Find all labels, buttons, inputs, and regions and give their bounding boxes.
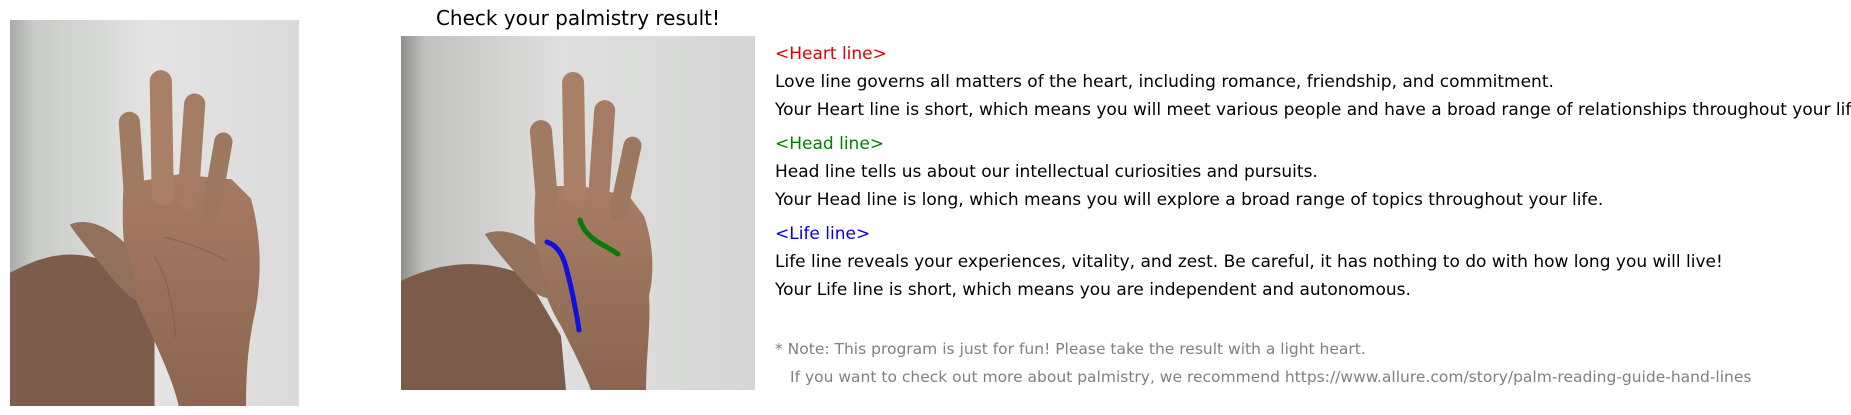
original-hand-image (10, 20, 299, 406)
disclaimer-note: * Note: This program is just for fun! Pl… (775, 335, 1751, 391)
heart-line-description: Love line governs all matters of the hea… (775, 72, 1554, 92)
page-title: Check your palmistry result! (435, 6, 721, 30)
head-line-section: <Head line> Head line tells us about our… (775, 130, 1845, 214)
head-line-result: Your Head line is long, which means you … (775, 190, 1604, 210)
heart-line-title: <Heart line> (775, 44, 887, 64)
result-hand-image (401, 36, 755, 390)
palmistry-reading: <Heart line> Love line governs all matte… (775, 40, 1851, 310)
note-reference: If you want to check out more about palm… (790, 368, 1752, 386)
life-line-result: Your Life line is short, which means you… (775, 280, 1411, 300)
head-line-title: <Head line> (775, 134, 885, 154)
note-text: * Note: This program is just for fun! Pl… (775, 340, 1366, 358)
life-line-section: <Life line> Life line reveals your exper… (775, 220, 1845, 304)
life-line-description: Life line reveals your experiences, vita… (775, 252, 1723, 272)
heart-line-section: <Heart line> Love line governs all matte… (775, 40, 1851, 124)
heart-line-result: Your Heart line is short, which means yo… (775, 100, 1851, 120)
life-line-title: <Life line> (775, 224, 871, 244)
head-line-description: Head line tells us about our intellectua… (775, 162, 1318, 182)
